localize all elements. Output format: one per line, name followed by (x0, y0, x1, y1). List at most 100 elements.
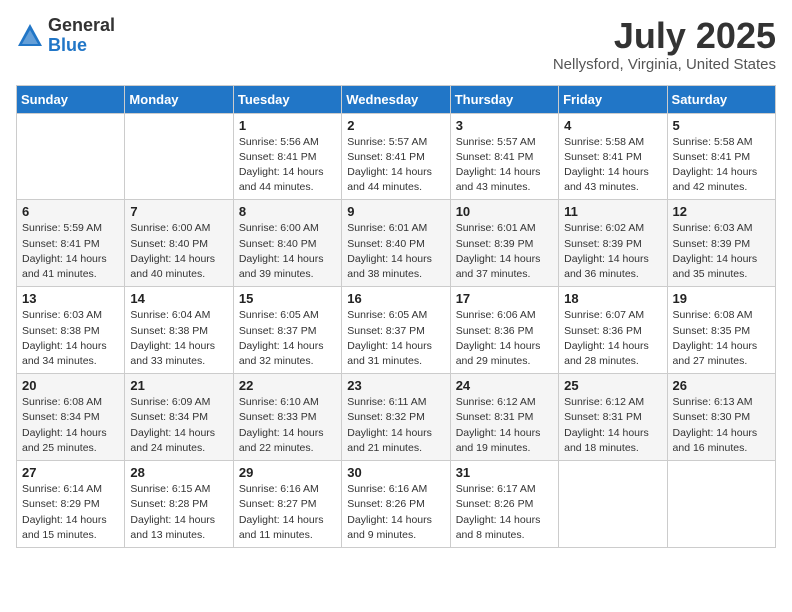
calendar-cell: 7 Sunrise: 6:00 AMSunset: 8:40 PMDaylight… (125, 200, 233, 287)
calendar-cell: 1 Sunrise: 5:56 AMSunset: 8:41 PMDaylight… (233, 113, 341, 200)
calendar-cell: 15 Sunrise: 6:05 AMSunset: 8:37 PMDayligh… (233, 287, 341, 374)
calendar-cell: 22Sunrise: 6:10 AMSunset: 8:33 PMDayligh… (233, 374, 341, 461)
day-number: 11 (564, 204, 661, 219)
day-info: Sunrise: 6:03 AMSunset: 8:38 PMDaylight:… (22, 308, 119, 369)
calendar-cell: 18 Sunrise: 6:07 AMSunset: 8:36 PMDayligh… (559, 287, 667, 374)
day-info: Sunrise: 6:05 AMSunset: 8:37 PMDaylight:… (347, 308, 444, 369)
day-info: Sunrise: 6:07 AMSunset: 8:36 PMDaylight:… (564, 308, 661, 369)
day-number: 25 (564, 378, 661, 393)
day-number: 14 (130, 291, 227, 306)
day-info: Sunrise: 6:15 AMSunset: 8:28 PMDaylight:… (130, 482, 227, 543)
calendar-cell: 12 Sunrise: 6:03 AMSunset: 8:39 PMDayligh… (667, 200, 775, 287)
calendar-week-row: 20 Sunrise: 6:08 AMSunset: 8:34 PMDayligh… (17, 374, 776, 461)
day-info: Sunrise: 6:08 AMSunset: 8:35 PMDaylight:… (673, 308, 770, 369)
calendar-cell: 3 Sunrise: 5:57 AMSunset: 8:41 PMDaylight… (450, 113, 558, 200)
day-info: Sunrise: 6:01 AMSunset: 8:39 PMDaylight:… (456, 221, 553, 282)
header-day: Saturday (667, 85, 775, 113)
calendar-cell: 26 Sunrise: 6:13 AMSunset: 8:30 PMDayligh… (667, 374, 775, 461)
day-number: 27 (22, 465, 119, 480)
calendar-cell: 31Sunrise: 6:17 AMSunset: 8:26 PMDayligh… (450, 461, 558, 548)
day-number: 10 (456, 204, 553, 219)
header-day: Sunday (17, 85, 125, 113)
day-info: Sunrise: 6:17 AMSunset: 8:26 PMDaylight:… (456, 482, 553, 543)
day-number: 9 (347, 204, 444, 219)
day-info: Sunrise: 5:57 AMSunset: 8:41 PMDaylight:… (347, 135, 444, 196)
title-block: July 2025 Nellysford, Virginia, United S… (553, 16, 776, 73)
day-number: 29 (239, 465, 336, 480)
header-day: Tuesday (233, 85, 341, 113)
calendar-cell (125, 113, 233, 200)
day-number: 23 (347, 378, 444, 393)
day-info: Sunrise: 6:02 AMSunset: 8:39 PMDaylight:… (564, 221, 661, 282)
calendar-cell (17, 113, 125, 200)
day-info: Sunrise: 6:12 AMSunset: 8:31 PMDaylight:… (564, 395, 661, 456)
day-info: Sunrise: 6:04 AMSunset: 8:38 PMDaylight:… (130, 308, 227, 369)
calendar-cell: 4Sunrise: 5:58 AMSunset: 8:41 PMDaylight… (559, 113, 667, 200)
calendar-cell: 23 Sunrise: 6:11 AMSunset: 8:32 PMDayligh… (342, 374, 450, 461)
day-number: 22 (239, 378, 336, 393)
day-number: 15 (239, 291, 336, 306)
calendar-header: SundayMondayTuesdayWednesdayThursdayFrid… (17, 85, 776, 113)
location: Nellysford, Virginia, United States (553, 56, 776, 73)
day-info: Sunrise: 6:08 AMSunset: 8:34 PMDaylight:… (22, 395, 119, 456)
day-info: Sunrise: 5:57 AMSunset: 8:41 PMDaylight:… (456, 135, 553, 196)
logo-text: General Blue (48, 16, 115, 56)
day-number: 1 (239, 118, 336, 133)
calendar-cell: 17Sunrise: 6:06 AMSunset: 8:36 PMDayligh… (450, 287, 558, 374)
calendar-week-row: 13 Sunrise: 6:03 AMSunset: 8:38 PMDayligh… (17, 287, 776, 374)
logo-blue: Blue (48, 36, 115, 56)
day-number: 21 (130, 378, 227, 393)
day-number: 28 (130, 465, 227, 480)
day-info: Sunrise: 5:58 AMSunset: 8:41 PMDaylight:… (564, 135, 661, 196)
day-number: 2 (347, 118, 444, 133)
day-number: 7 (130, 204, 227, 219)
calendar-cell: 6 Sunrise: 5:59 AMSunset: 8:41 PMDaylight… (17, 200, 125, 287)
day-number: 30 (347, 465, 444, 480)
header-day: Wednesday (342, 85, 450, 113)
day-info: Sunrise: 5:56 AMSunset: 8:41 PMDaylight:… (239, 135, 336, 196)
calendar-week-row: 1 Sunrise: 5:56 AMSunset: 8:41 PMDaylight… (17, 113, 776, 200)
day-info: Sunrise: 6:11 AMSunset: 8:32 PMDaylight:… (347, 395, 444, 456)
calendar-cell: 14 Sunrise: 6:04 AMSunset: 8:38 PMDayligh… (125, 287, 233, 374)
calendar-cell: 13 Sunrise: 6:03 AMSunset: 8:38 PMDayligh… (17, 287, 125, 374)
day-info: Sunrise: 6:05 AMSunset: 8:37 PMDaylight:… (239, 308, 336, 369)
calendar-cell: 24Sunrise: 6:12 AMSunset: 8:31 PMDayligh… (450, 374, 558, 461)
header-day: Friday (559, 85, 667, 113)
day-number: 20 (22, 378, 119, 393)
day-info: Sunrise: 5:59 AMSunset: 8:41 PMDaylight:… (22, 221, 119, 282)
calendar-cell (667, 461, 775, 548)
day-number: 8 (239, 204, 336, 219)
day-number: 24 (456, 378, 553, 393)
calendar-cell: 19Sunrise: 6:08 AMSunset: 8:35 PMDayligh… (667, 287, 775, 374)
logo-general: General (48, 16, 115, 36)
calendar-week-row: 27Sunrise: 6:14 AMSunset: 8:29 PMDayligh… (17, 461, 776, 548)
day-info: Sunrise: 5:58 AMSunset: 8:41 PMDaylight:… (673, 135, 770, 196)
day-info: Sunrise: 6:09 AMSunset: 8:34 PMDaylight:… (130, 395, 227, 456)
calendar-body: 1 Sunrise: 5:56 AMSunset: 8:41 PMDaylight… (17, 113, 776, 547)
day-number: 13 (22, 291, 119, 306)
calendar-cell: 28 Sunrise: 6:15 AMSunset: 8:28 PMDayligh… (125, 461, 233, 548)
calendar-cell: 8Sunrise: 6:00 AMSunset: 8:40 PMDaylight… (233, 200, 341, 287)
calendar-cell: 9 Sunrise: 6:01 AMSunset: 8:40 PMDaylight… (342, 200, 450, 287)
header-day: Monday (125, 85, 233, 113)
day-info: Sunrise: 6:13 AMSunset: 8:30 PMDaylight:… (673, 395, 770, 456)
day-info: Sunrise: 6:01 AMSunset: 8:40 PMDaylight:… (347, 221, 444, 282)
calendar-cell: 11 Sunrise: 6:02 AMSunset: 8:39 PMDayligh… (559, 200, 667, 287)
logo-icon (16, 22, 44, 50)
calendar-cell: 5Sunrise: 5:58 AMSunset: 8:41 PMDaylight… (667, 113, 775, 200)
calendar-cell: 21 Sunrise: 6:09 AMSunset: 8:34 PMDayligh… (125, 374, 233, 461)
calendar-cell: 20 Sunrise: 6:08 AMSunset: 8:34 PMDayligh… (17, 374, 125, 461)
day-number: 18 (564, 291, 661, 306)
day-info: Sunrise: 6:16 AMSunset: 8:26 PMDaylight:… (347, 482, 444, 543)
calendar-cell (559, 461, 667, 548)
month-title: July 2025 (553, 16, 776, 56)
day-info: Sunrise: 6:03 AMSunset: 8:39 PMDaylight:… (673, 221, 770, 282)
day-info: Sunrise: 6:06 AMSunset: 8:36 PMDaylight:… (456, 308, 553, 369)
day-info: Sunrise: 6:00 AMSunset: 8:40 PMDaylight:… (130, 221, 227, 282)
page-header: General Blue July 2025 Nellysford, Virgi… (16, 16, 776, 73)
day-number: 26 (673, 378, 770, 393)
day-number: 3 (456, 118, 553, 133)
header-day: Thursday (450, 85, 558, 113)
day-number: 12 (673, 204, 770, 219)
day-number: 6 (22, 204, 119, 219)
